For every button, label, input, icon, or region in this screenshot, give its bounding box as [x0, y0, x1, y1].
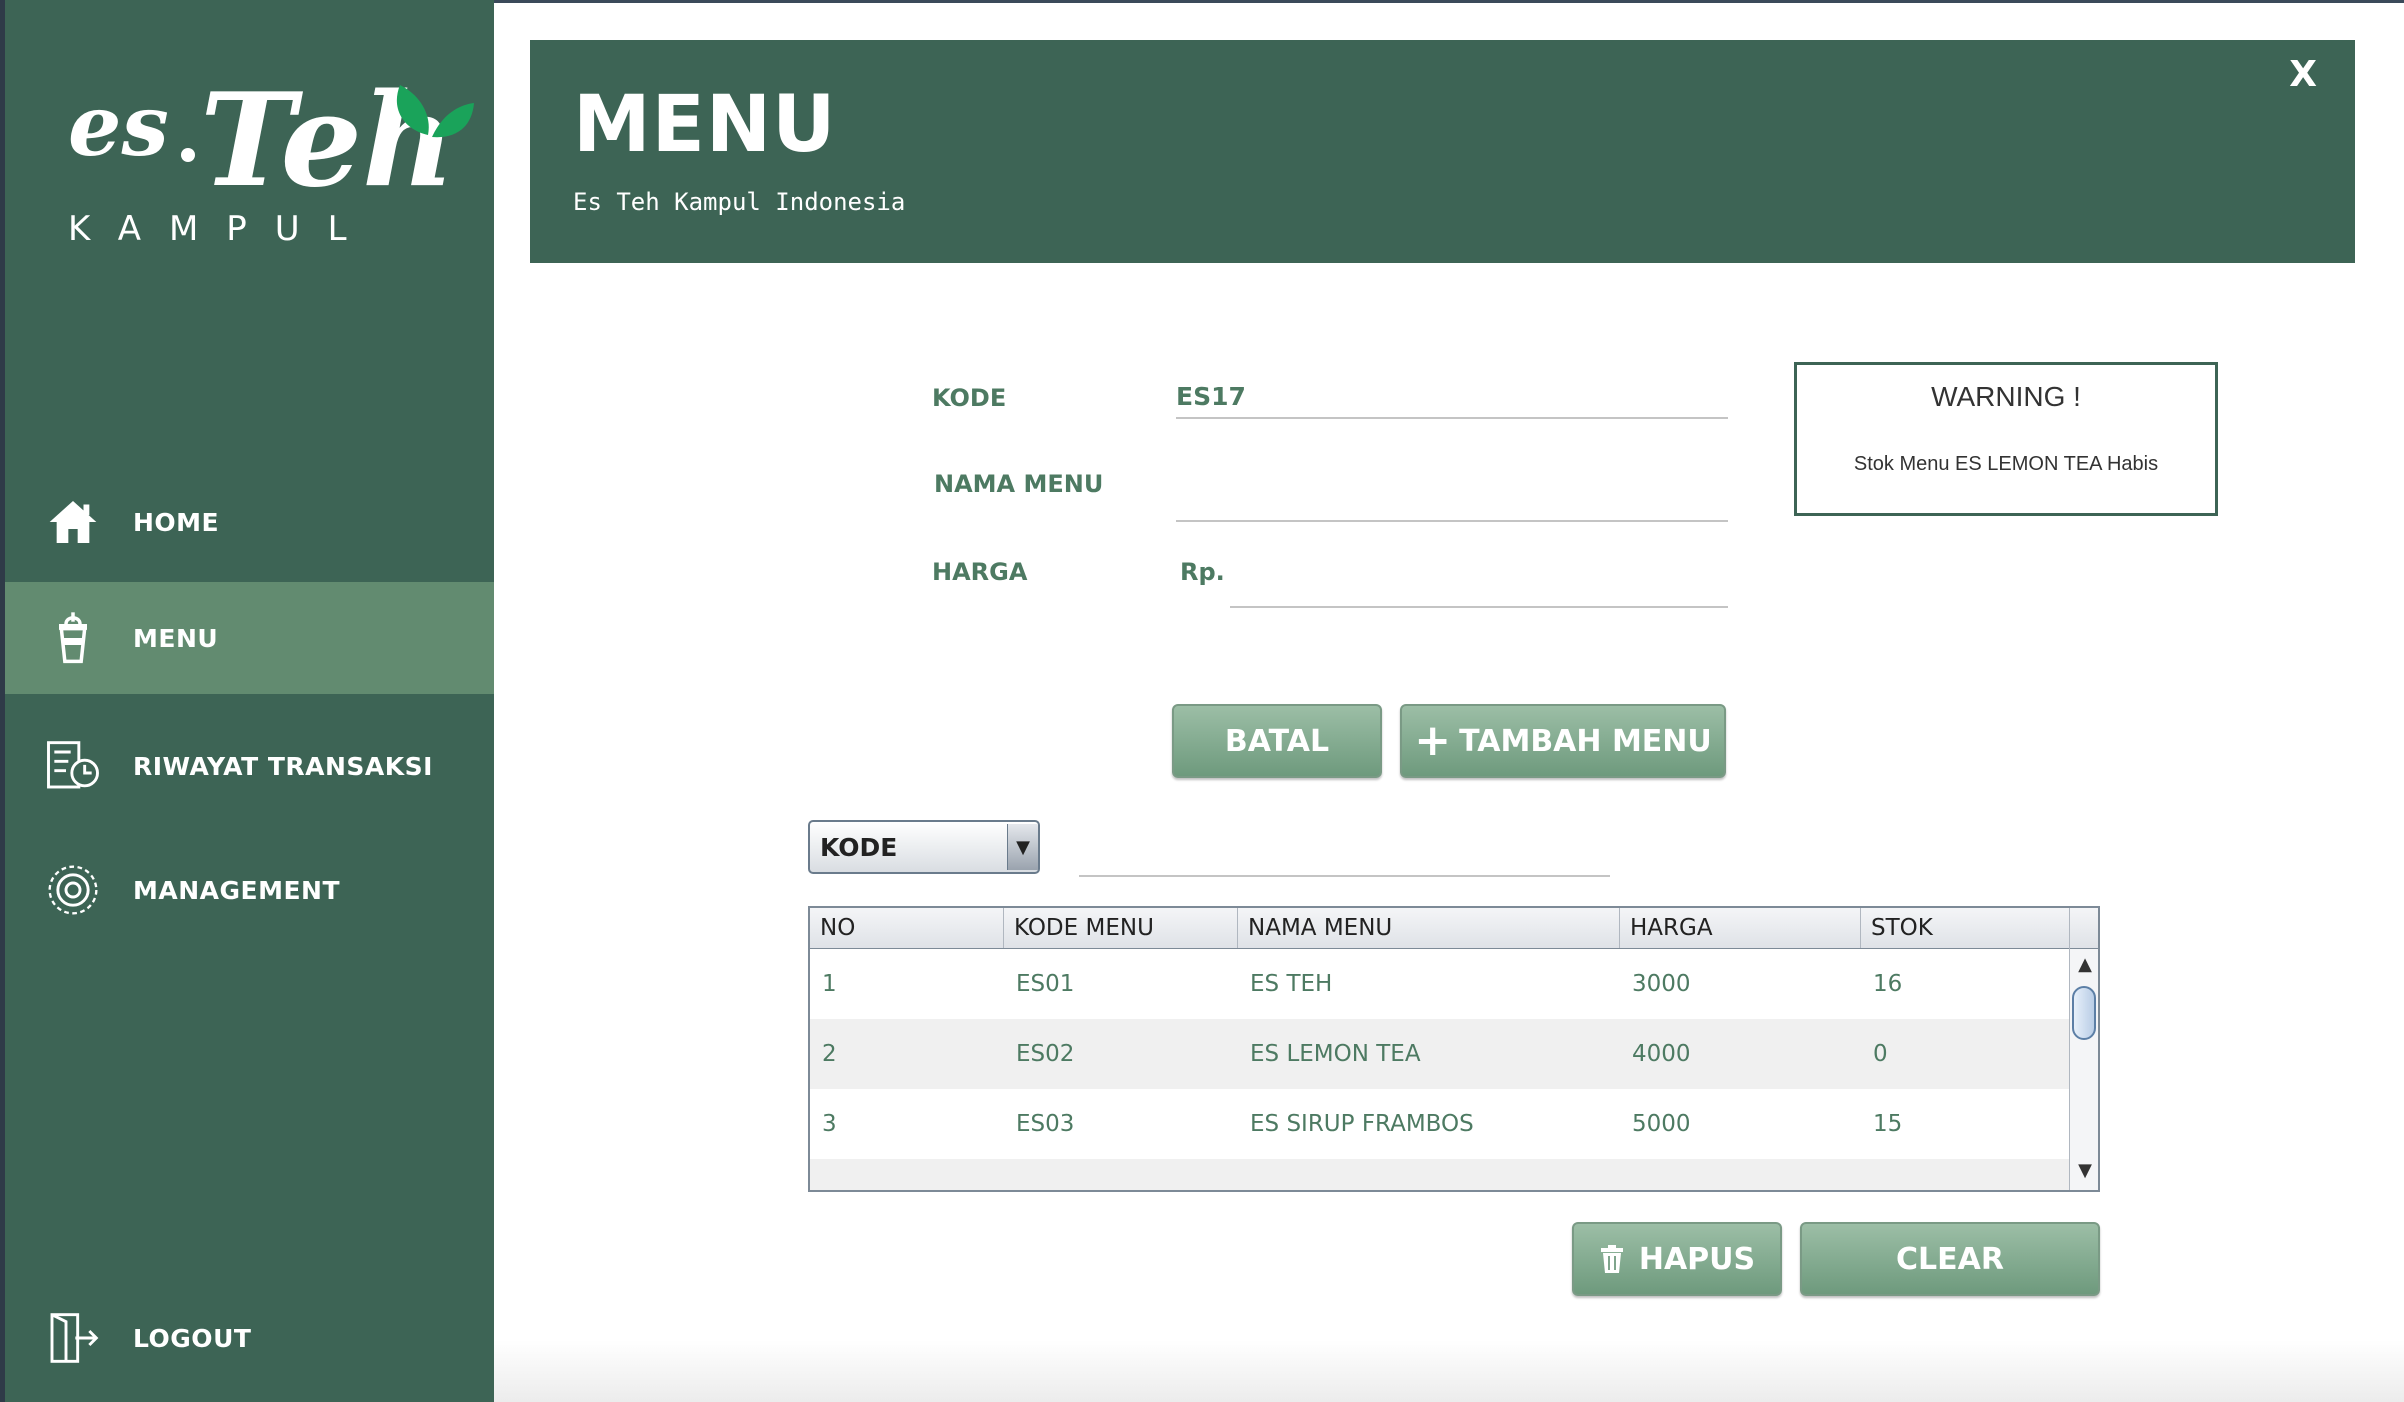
scroll-down-icon[interactable]: ▼	[2078, 1160, 2092, 1181]
page-subtitle: Es Teh Kampul Indonesia	[573, 188, 906, 216]
warning-box: WARNING ! Stok Menu ES LEMON TEA Habis	[1794, 362, 2218, 516]
sidebar-item-label: HOME	[133, 507, 220, 537]
filter-select-value: KODE	[820, 832, 898, 862]
history-icon	[41, 734, 105, 798]
scrollbar-corner	[2070, 908, 2098, 949]
table-row[interactable]: 2 ES02 ES LEMON TEA 4000 0	[810, 1019, 2070, 1089]
svg-text:es: es	[68, 76, 169, 175]
column-header-nama-menu[interactable]: NAMA MENU	[1238, 908, 1620, 948]
trash-icon	[1600, 1245, 1623, 1273]
sidebar-item-riwayat-transaksi[interactable]: RIWAYAT TRANSAKSI	[5, 710, 494, 822]
cell-nama-menu: ES SIRUP FRAMBOS	[1250, 1111, 1474, 1137]
brand-logo: es Teh KAMPUL	[60, 35, 480, 255]
sidebar-item-label: RIWAYAT TRANSAKSI	[133, 751, 433, 781]
sidebar-item-label: LOGOUT	[133, 1323, 252, 1353]
cell-harga: 4000	[1632, 1041, 1691, 1067]
sidebar-item-management[interactable]: MANAGEMENT	[5, 834, 494, 946]
nama-menu-field[interactable]	[1176, 470, 1728, 522]
cell-stok: 0	[1873, 1041, 1888, 1067]
batal-button[interactable]: BATAL	[1172, 704, 1382, 778]
tambah-menu-button-label: TAMBAH MENU	[1459, 723, 1712, 759]
warning-title: WARNING !	[1931, 381, 2081, 412]
nama-menu-label: NAMA MENU	[934, 470, 1104, 498]
sidebar-edge	[0, 0, 5, 1402]
plus-icon: +	[1414, 715, 1452, 766]
cell-stok: 15	[1873, 1111, 1903, 1137]
logout-icon	[41, 1306, 105, 1370]
table-scrollbar[interactable]: ▲ ▼	[2069, 908, 2098, 1190]
table-header: NO KODE MENU NAMA MENU HARGA STOK	[810, 908, 2070, 949]
window-bottom-fade	[494, 1340, 2404, 1402]
cell-kode-menu: ES02	[1016, 1041, 1075, 1067]
tambah-menu-button[interactable]: + TAMBAH MENU	[1400, 704, 1726, 778]
close-button[interactable]: X	[2289, 54, 2317, 95]
cell-stok: 16	[1873, 971, 1903, 997]
clear-button-label: CLEAR	[1896, 1241, 2004, 1277]
page-header: MENU Es Teh Kampul Indonesia X	[530, 40, 2355, 263]
hapus-button-label: HAPUS	[1638, 1241, 1756, 1277]
table-row[interactable]: 3 ES03 ES SIRUP FRAMBOS 5000 15	[810, 1089, 2070, 1159]
batal-button-label: BATAL	[1224, 723, 1330, 759]
column-header-harga[interactable]: HARGA	[1620, 908, 1861, 948]
harga-prefix: Rp.	[1180, 558, 1225, 586]
column-header-no[interactable]: NO	[810, 908, 1004, 948]
harga-field[interactable]	[1230, 556, 1728, 608]
column-header-kode-menu[interactable]: KODE MENU	[1004, 908, 1238, 948]
cell-nama-menu: ES TEH	[1250, 971, 1333, 997]
hapus-button[interactable]: HAPUS	[1572, 1222, 1782, 1296]
table-row-partial[interactable]	[810, 1159, 2070, 1190]
menu-table: NO KODE MENU NAMA MENU HARGA STOK 1 ES01…	[808, 906, 2100, 1192]
cup-icon	[41, 606, 105, 670]
harga-label: HARGA	[932, 558, 1028, 586]
scroll-up-icon[interactable]: ▲	[2078, 954, 2092, 975]
gear-icon	[41, 858, 105, 922]
kode-field[interactable]	[1176, 382, 1728, 419]
cell-kode-menu: ES01	[1016, 971, 1075, 997]
sidebar-item-label: MANAGEMENT	[133, 875, 341, 905]
chevron-down-icon[interactable]: ▼	[1007, 824, 1038, 870]
clear-button[interactable]: CLEAR	[1800, 1222, 2100, 1296]
cell-no: 3	[822, 1111, 837, 1137]
svg-text:KAMPUL: KAMPUL	[68, 209, 375, 249]
filter-select[interactable]: KODE ▼	[808, 820, 1040, 874]
cell-nama-menu: ES LEMON TEA	[1250, 1041, 1421, 1067]
column-header-stok[interactable]: STOK	[1861, 908, 2070, 948]
scroll-thumb[interactable]	[2072, 986, 2096, 1040]
sidebar-item-label: MENU	[133, 623, 219, 653]
cell-harga: 5000	[1632, 1111, 1691, 1137]
kode-label: KODE	[932, 384, 1007, 412]
cell-no: 2	[822, 1041, 837, 1067]
home-icon	[41, 490, 105, 554]
page-title: MENU	[573, 80, 837, 170]
sidebar-item-logout[interactable]: LOGOUT	[5, 1282, 494, 1394]
svg-text:Teh: Teh	[200, 66, 455, 216]
sidebar-item-home[interactable]: HOME	[5, 466, 494, 578]
table-row[interactable]: 1 ES01 ES TEH 3000 16	[810, 949, 2070, 1019]
cell-harga: 3000	[1632, 971, 1691, 997]
cell-no: 1	[822, 971, 837, 997]
search-input[interactable]	[1079, 875, 1610, 877]
cell-kode-menu: ES03	[1016, 1111, 1075, 1137]
sidebar-item-menu[interactable]: MENU	[5, 582, 494, 694]
sidebar: es Teh KAMPUL HOME MENU RIWAYAT TRANSAKS…	[0, 0, 494, 1402]
warning-text: Stok Menu ES LEMON TEA Habis	[1853, 453, 2159, 475]
